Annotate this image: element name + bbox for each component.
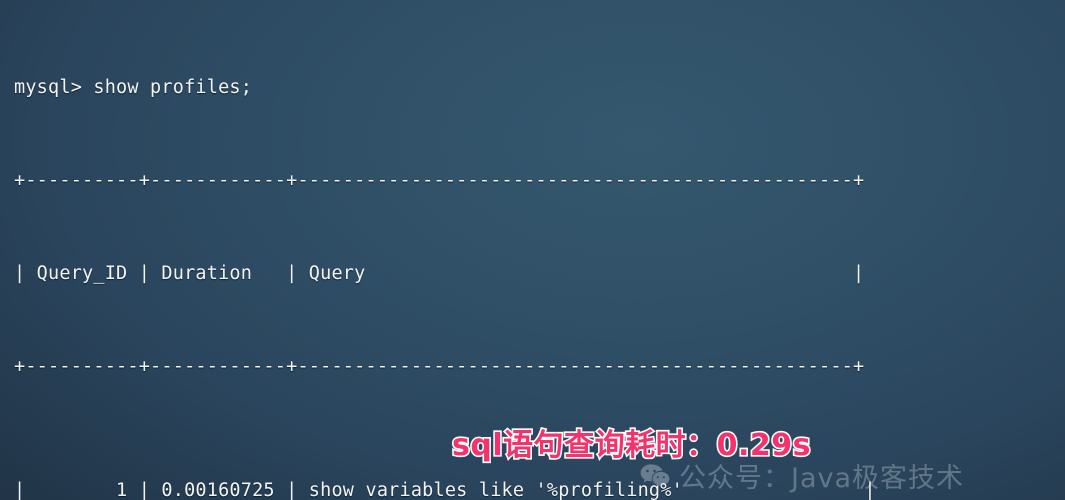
annotation-text: sql语句查询耗时：0.29s xyxy=(450,426,812,464)
terminal-screenshot: mysql> show profiles; +----------+------… xyxy=(0,0,1065,500)
table-row: | 1 | 0.00160725 | show variables like '… xyxy=(14,480,876,500)
table-separator-header: +----------+------------+---------------… xyxy=(14,356,865,377)
annotation-callout: sql语句查询耗时：0.29s xyxy=(450,420,812,464)
table-header-row: | Query_ID | Duration | Query | xyxy=(14,263,865,284)
table-separator-top: +----------+------------+---------------… xyxy=(14,170,865,191)
prompt-line: mysql> show profiles; xyxy=(14,77,253,98)
